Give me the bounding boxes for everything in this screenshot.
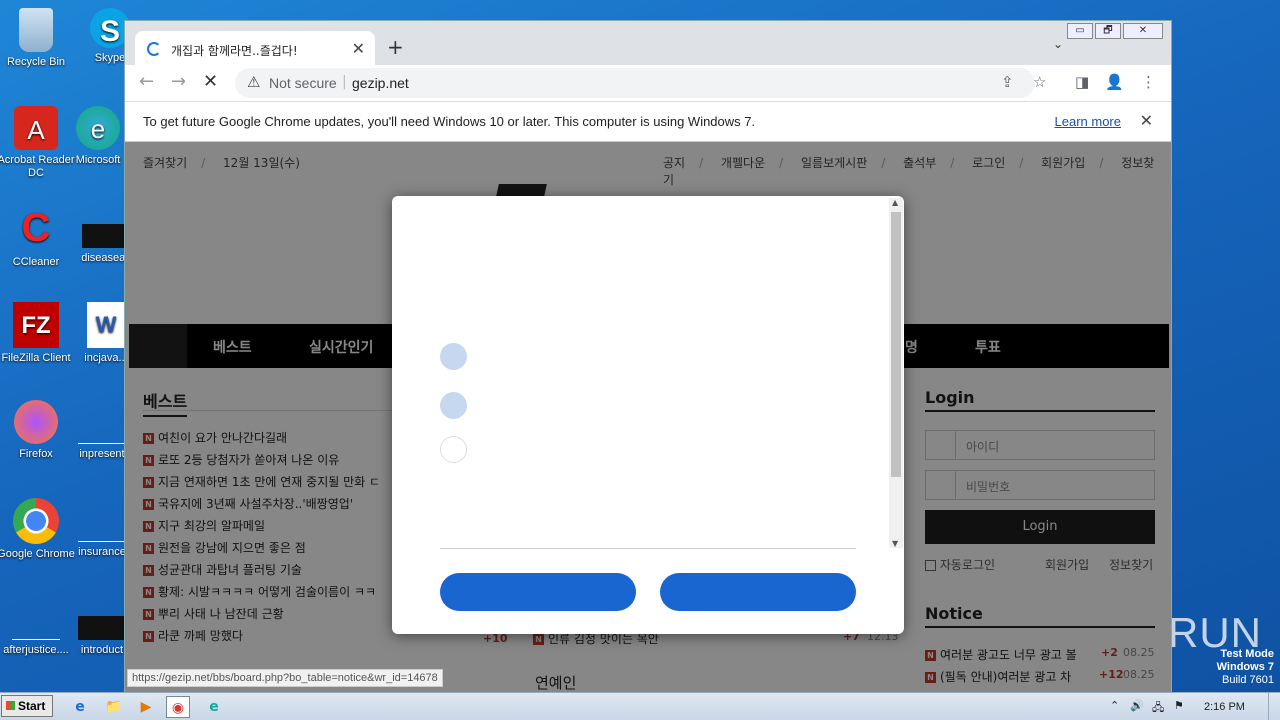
windows-test-mode-label: Test Mode Windows 7 Build 7601 bbox=[1217, 648, 1274, 687]
test-mode-line: Test Mode bbox=[1220, 648, 1274, 660]
dialog-divider bbox=[440, 548, 856, 549]
infobar-message: To get future Google Chrome updates, you… bbox=[143, 114, 756, 129]
build-line: Build 7601 bbox=[1222, 674, 1274, 686]
recycle-bin-icon bbox=[19, 8, 53, 52]
dialog-button-left[interactable] bbox=[440, 573, 636, 611]
start-button[interactable]: Start bbox=[1, 695, 53, 717]
taskbar: Start e 📁 ▶ ◉ e ⌃ 🔊 🖧 ⚑ 2:16 PM bbox=[0, 692, 1280, 720]
file-icon bbox=[78, 400, 126, 444]
desktop-icon-label: introduct bbox=[80, 644, 124, 656]
folder-icon[interactable]: 📁 bbox=[102, 696, 126, 718]
show-desktop-button[interactable] bbox=[1268, 693, 1280, 720]
forward-button[interactable]: → bbox=[171, 71, 186, 92]
address-bar[interactable]: ⚠ Not secure | gezip.net ⇪ ☆ bbox=[235, 68, 1046, 98]
loading-spinner-icon bbox=[147, 42, 161, 56]
edge-taskbar-icon[interactable]: e bbox=[202, 696, 226, 718]
option-radio-3[interactable] bbox=[440, 436, 467, 463]
desktop-icon-label: inpresent bbox=[79, 448, 125, 460]
window-controls: ▭ 🗗 ✕ bbox=[1067, 23, 1163, 39]
infobar-close-icon[interactable]: ✕ bbox=[1140, 111, 1153, 131]
action-center-icon[interactable]: ⚑ bbox=[1174, 699, 1184, 712]
media-player-icon[interactable]: ▶ bbox=[134, 696, 158, 718]
update-infobar: To get future Google Chrome updates, you… bbox=[125, 101, 1171, 142]
tab-close-icon[interactable]: ✕ bbox=[352, 39, 365, 58]
chrome-icon bbox=[13, 498, 59, 544]
scrollbar-thumb[interactable] bbox=[891, 212, 901, 477]
modal-dialog: ▲ ▼ bbox=[392, 196, 904, 634]
close-window-button[interactable]: ✕ bbox=[1123, 23, 1163, 39]
acrobat-icon: A bbox=[14, 106, 58, 150]
warning-icon[interactable]: ⚠ bbox=[247, 73, 260, 91]
system-tray: ⌃ 🔊 🖧 ⚑ 2:16 PM bbox=[1100, 693, 1280, 720]
status-bar-url: https://gezip.net/bbs/board.php?bo_table… bbox=[127, 669, 443, 687]
minimize-button[interactable]: ▭ bbox=[1067, 23, 1093, 39]
volume-icon[interactable]: 🔊 bbox=[1130, 699, 1144, 712]
omnibox-divider: | bbox=[342, 74, 347, 90]
file-icon bbox=[78, 498, 126, 542]
new-tab-button[interactable]: + bbox=[387, 35, 404, 59]
dialog-button-right[interactable] bbox=[660, 573, 856, 611]
firefox-icon bbox=[14, 400, 58, 444]
desktop-icon-label: Firefox bbox=[19, 448, 53, 460]
file-icon bbox=[82, 224, 130, 248]
tab-title: 개집과 함께라면..즐겁다! bbox=[171, 44, 298, 58]
dialog-scrollbar[interactable]: ▲ ▼ bbox=[889, 198, 903, 548]
stop-loading-button[interactable]: ✕ bbox=[203, 71, 218, 92]
security-status[interactable]: Not secure bbox=[269, 75, 337, 91]
desktop-icon-label: CCleaner bbox=[12, 256, 60, 268]
back-button[interactable]: ← bbox=[139, 71, 154, 92]
option-radio-1[interactable] bbox=[440, 343, 467, 370]
clock[interactable]: 2:16 PM bbox=[1204, 701, 1245, 713]
tab-search-chevron-icon[interactable]: ⌄ bbox=[1053, 37, 1063, 51]
share-icon[interactable]: ⇪ bbox=[1001, 73, 1014, 91]
bookmark-star-icon[interactable]: ☆ bbox=[1033, 73, 1046, 91]
profile-icon[interactable]: 👤 bbox=[1105, 73, 1124, 91]
url-text[interactable]: gezip.net bbox=[352, 75, 409, 91]
ccleaner-icon: C bbox=[21, 206, 51, 250]
desktop-icon-label: FileZilla Client bbox=[1, 352, 71, 364]
tray-expand-icon[interactable]: ⌃ bbox=[1110, 699, 1119, 712]
chrome-taskbar-icon[interactable]: ◉ bbox=[166, 696, 190, 718]
restore-button[interactable]: 🗗 bbox=[1095, 23, 1121, 39]
filezilla-icon: FZ bbox=[13, 302, 59, 348]
desktop-icon-label: Skype bbox=[94, 52, 126, 64]
browser-toolbar: ← → ✕ ⚠ Not secure | gezip.net ⇪ ☆ ◨ 👤 ⋮ bbox=[125, 65, 1171, 101]
desktop-icon-label: Microsoft bbox=[75, 154, 121, 166]
scroll-down-icon[interactable]: ▼ bbox=[892, 539, 898, 548]
scroll-up-icon[interactable]: ▲ bbox=[892, 198, 898, 207]
desktop-icon-label: insurance bbox=[78, 546, 126, 558]
browser-tab[interactable]: 개집과 함께라면..즐겁다! ✕ bbox=[135, 31, 375, 67]
internet-explorer-icon[interactable]: e bbox=[68, 696, 92, 718]
network-icon[interactable]: 🖧 bbox=[1152, 699, 1164, 718]
file-icon bbox=[12, 596, 60, 640]
edge-icon: e bbox=[76, 106, 120, 150]
file-icon bbox=[78, 616, 126, 640]
menu-kebab-icon[interactable]: ⋮ bbox=[1141, 73, 1156, 91]
desktop-icon-label: incjava... bbox=[84, 352, 128, 364]
option-radio-2[interactable] bbox=[440, 392, 467, 419]
side-panel-icon[interactable]: ◨ bbox=[1075, 73, 1089, 91]
word-document-icon: W bbox=[87, 302, 125, 348]
windows-version-line: Windows 7 bbox=[1216, 661, 1274, 673]
learn-more-link[interactable]: Learn more bbox=[1055, 114, 1121, 129]
desktop-icon-label: Recycle Bin bbox=[6, 56, 66, 68]
